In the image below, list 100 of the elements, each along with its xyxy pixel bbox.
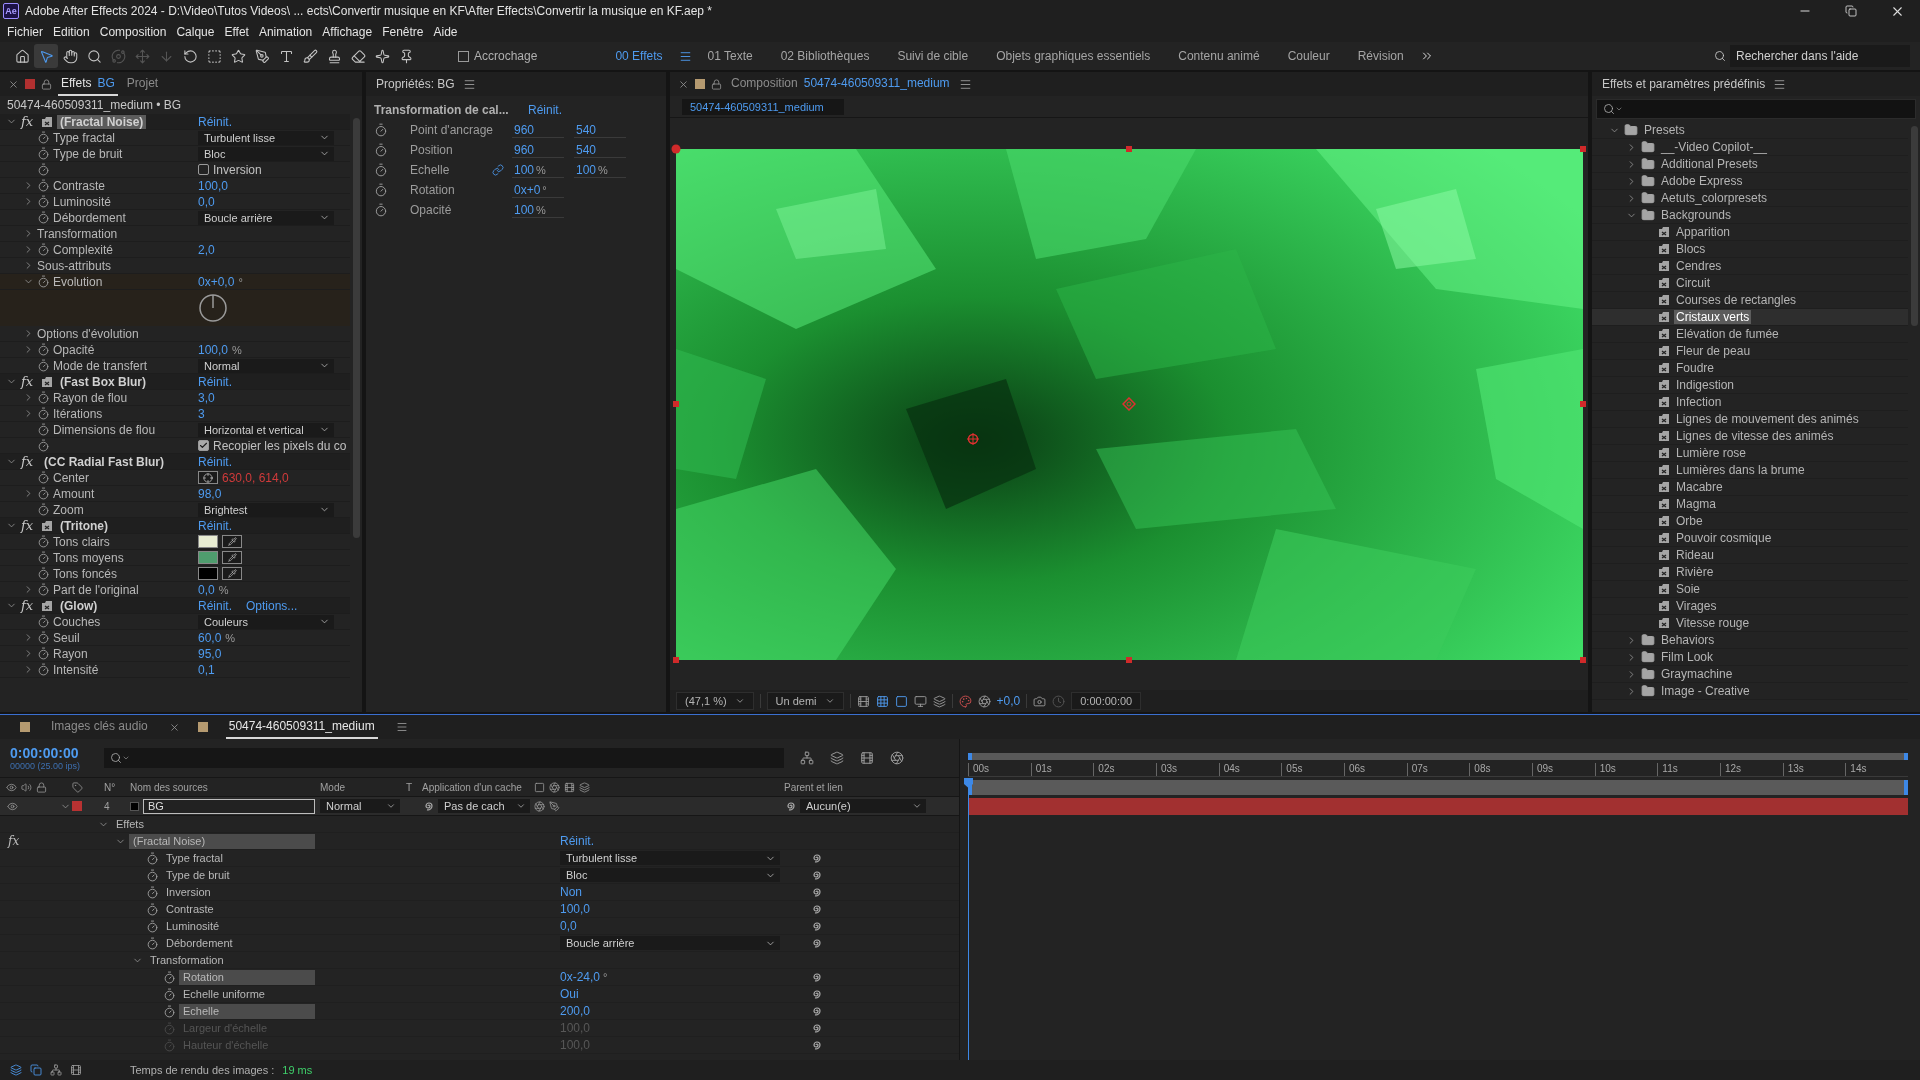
label-color[interactable] [72,801,82,811]
eye-icon[interactable] [6,781,17,793]
stopwatch-icon[interactable] [37,567,50,580]
network-icon[interactable] [50,1064,62,1076]
tree-item[interactable]: Vitesse rouge [1674,616,1752,630]
options-link[interactable]: Options... [246,598,298,613]
stopwatch-icon[interactable] [37,275,50,288]
tree-item[interactable]: Macabre [1674,480,1725,494]
spiral-icon[interactable] [810,903,822,915]
stopwatch-icon[interactable] [37,535,50,548]
checkbox[interactable] [198,164,209,175]
transform-handle[interactable] [672,401,679,407]
property-label[interactable]: Rotation [179,969,315,985]
property-label[interactable]: Echelle uniforme [179,986,315,1002]
monitor-icon[interactable] [913,694,927,708]
dropdown[interactable]: Boucle arrière [198,210,334,225]
tree-item[interactable]: Image - Creative [1659,684,1752,698]
stopwatch-icon[interactable] [37,131,50,144]
dropdown[interactable]: Horizontal et vertical [198,422,334,437]
column-header[interactable]: T [406,781,413,793]
property-value[interactable]: 0,1 [198,662,215,677]
layer-name[interactable]: BG [143,798,315,814]
dropdown[interactable]: Bloc [560,868,780,882]
point-picker-button[interactable] [198,471,218,484]
resolution-dropdown[interactable]: Un demi [766,692,844,710]
property-value[interactable]: Non [560,885,582,899]
fx-label[interactable]: fx [21,454,37,469]
menu-icon[interactable] [678,49,692,63]
spiral-icon[interactable] [810,1039,822,1051]
tree-item[interactable]: Circuit [1674,276,1712,290]
property-value[interactable]: 2,0 [198,242,215,257]
property-value[interactable]: 95,0 [198,646,222,661]
tree-item[interactable]: Pouvoir cosmique [1674,531,1774,545]
dropdown[interactable]: Boucle arrière [560,936,780,950]
column-header[interactable]: Parent et lien [784,781,843,793]
transform-handle[interactable] [1579,145,1586,152]
dropdown[interactable]: Normal [198,358,334,373]
square-icon[interactable] [894,694,908,708]
stopwatch-icon[interactable] [37,615,50,628]
effect-name[interactable]: (Tritone) [57,518,111,533]
tree-item[interactable]: Magma [1674,497,1718,511]
eyedropper-button[interactable] [222,551,242,564]
parent-dropdown[interactable]: Aucun(e) [800,799,926,813]
tree-item[interactable]: Virages [1674,599,1719,613]
spiral-icon[interactable] [422,800,434,812]
reset-link[interactable]: Réinit. [198,518,232,533]
eye-icon[interactable] [6,800,18,812]
close-icon[interactable] [8,78,19,90]
search-field[interactable] [1596,99,1916,119]
stopwatch-icon[interactable] [146,936,159,950]
network-icon[interactable] [800,751,814,765]
spiral-icon[interactable] [810,920,822,932]
tree-item[interactable]: Additional Presets [1659,157,1760,171]
property-label[interactable]: Débordement [162,935,315,951]
close-icon[interactable] [168,721,180,733]
stopwatch-icon[interactable] [37,195,50,208]
lock-icon[interactable] [36,781,47,793]
fx-label[interactable]: fx [21,374,37,389]
panel-tab[interactable]: Images clés audio [48,715,151,739]
aperture-icon[interactable] [977,694,991,708]
eyedropper-button[interactable] [222,567,242,580]
timecode-field[interactable]: 0:00:00:00 [1071,692,1142,710]
pen-icon[interactable] [549,800,560,812]
spiral-icon[interactable] [810,852,822,864]
speaker-icon[interactable] [21,781,32,793]
tree-item[interactable]: Behaviors [1659,633,1717,647]
stopwatch-icon[interactable] [37,359,50,372]
stopwatch-icon[interactable] [146,919,159,933]
tree-item[interactable]: Backgrounds [1659,208,1734,222]
tree-item[interactable]: Rivière [1674,565,1716,579]
layers-icon[interactable] [830,751,844,765]
reset-link[interactable]: Réinit. [198,454,232,469]
property-value[interactable]: 960 [514,122,535,137]
dropdown[interactable]: Turbulent lisse [560,851,780,865]
dropdown[interactable]: Bloc [198,146,334,161]
property-label[interactable]: Type fractal [162,850,315,866]
composition-breadcrumb[interactable]: 50474-460509311_medium [682,98,844,115]
stopwatch-icon[interactable] [146,885,159,899]
column-header[interactable]: Nom des sources [130,781,208,793]
stopwatch-icon[interactable] [374,143,388,157]
effect-name[interactable]: (Fast Box Blur) [57,374,149,389]
reset-link[interactable]: Réinit. [528,103,562,117]
stopwatch-icon[interactable] [37,163,50,176]
property-value[interactable]: 960 [514,142,535,157]
workspace-tab[interactable]: 01 Texte [695,44,765,68]
property-value[interactable]: 0,0 [198,194,215,209]
spiral-icon[interactable] [810,886,822,898]
effect-name[interactable]: (Glow) [57,598,101,613]
tree-item[interactable]: Apparition [1674,225,1733,239]
crosshair-icon[interactable] [967,432,979,445]
stopwatch-icon[interactable] [163,987,176,1001]
reset-link[interactable]: Réinit. [560,834,594,848]
tree-item[interactable]: Lumières dans la brume [1674,463,1807,477]
menu-item[interactable]: Edition [48,22,95,42]
effect-name[interactable]: (Fractal Noise) [57,114,147,129]
menu-item[interactable]: Fichier [2,22,48,42]
tree-item[interactable]: Aetuts_colorpresets [1659,191,1770,205]
column-header[interactable]: N° [104,781,116,793]
property-value[interactable]: 540 [576,142,597,157]
fx-label[interactable]: fx [21,114,37,129]
